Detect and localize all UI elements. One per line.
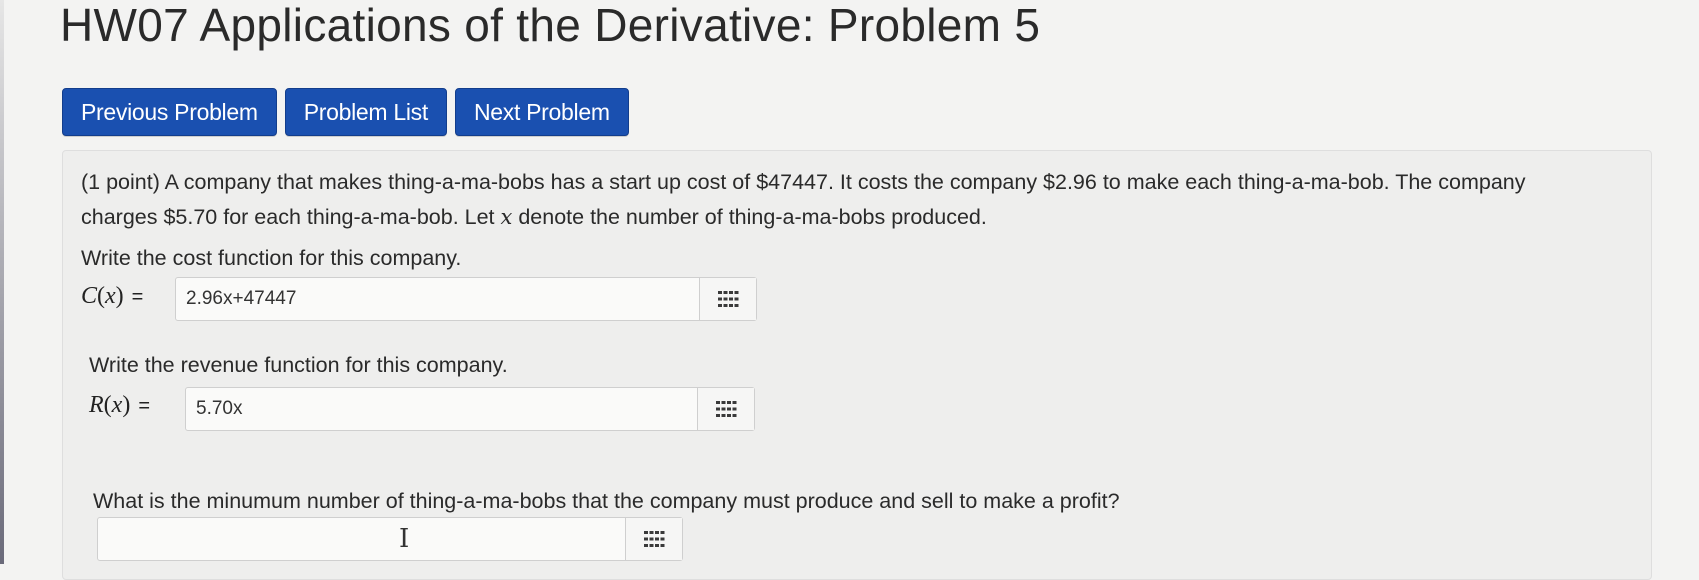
cost-question: Write the cost function for this company… [81,246,462,270]
variable-x: x [500,205,513,229]
window-edge [0,0,4,564]
problem-statement: (1 point) A company that makes thing-a-m… [81,165,1621,235]
grid-icon [716,401,737,417]
revenue-fn-name: R [89,392,104,418]
revenue-fn-arg: x [111,392,123,418]
cost-equation-editor-button[interactable] [699,278,756,320]
problem-list-button[interactable]: Problem List [284,88,447,136]
cost-function-label: C(x) = [81,283,144,309]
revenue-answer-input[interactable] [186,388,697,430]
problem-intro-line1: (1 point) A company that makes thing-a-m… [81,170,1526,194]
profit-answer-box [97,517,683,561]
problem-intro-line2-start: charges $5.70 for each thing-a-ma-bob. L… [81,205,501,229]
cost-fn-name: C [81,283,98,309]
problem-navigation: Previous Problem Problem List Next Probl… [62,88,629,136]
profit-question: What is the minumum number of thing-a-ma… [93,489,1120,513]
problem-panel: (1 point) A company that makes thing-a-m… [62,150,1652,580]
grid-icon [718,291,739,307]
next-problem-button[interactable]: Next Problem [454,88,629,136]
revenue-equation-editor-button[interactable] [697,388,754,430]
cost-fn-arg: x [105,283,116,309]
cost-answer-box [175,277,757,321]
problem-intro-line2-end: denote the number of thing-a-ma-bobs pro… [512,205,987,229]
cost-answer-input[interactable] [176,278,699,320]
profit-answer-input[interactable] [98,518,625,560]
previous-problem-button[interactable]: Previous Problem [62,88,277,136]
grid-icon [644,531,665,547]
revenue-question: Write the revenue function for this comp… [89,353,508,377]
page-title: HW07 Applications of the Derivative: Pro… [60,0,1041,51]
revenue-function-label: R(x) = [89,392,151,418]
revenue-answer-box [185,387,755,431]
profit-equation-editor-button[interactable] [625,518,682,560]
